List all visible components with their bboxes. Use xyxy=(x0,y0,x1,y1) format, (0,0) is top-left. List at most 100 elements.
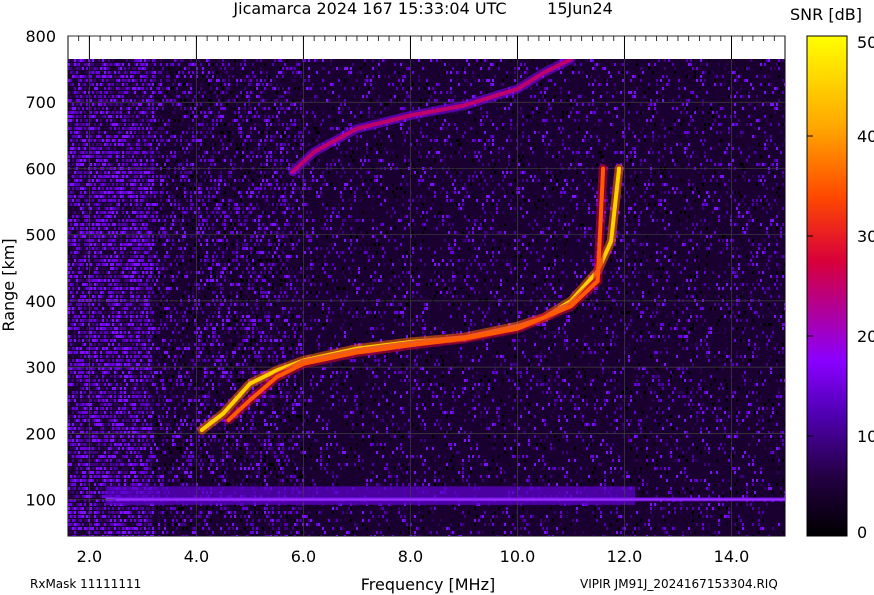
noise-cell xyxy=(178,151,180,154)
noise-cell xyxy=(180,383,182,386)
noise-cell xyxy=(182,351,184,354)
noise-cell xyxy=(112,511,114,514)
noise-cell xyxy=(170,151,172,154)
noise-cell xyxy=(82,471,84,474)
noise-cell xyxy=(106,263,108,266)
noise-cell xyxy=(90,199,92,202)
noise-cell xyxy=(122,147,124,150)
noise-cell xyxy=(80,503,82,506)
noise-cell xyxy=(156,307,158,310)
noise-cell xyxy=(152,171,154,174)
noise-cell xyxy=(74,155,76,158)
noise-cell xyxy=(80,483,82,486)
noise-cell xyxy=(174,515,176,518)
noise-cell xyxy=(162,155,164,158)
noise-cell xyxy=(82,267,84,270)
noise-cell xyxy=(174,327,176,330)
noise-cell xyxy=(120,303,122,306)
noise-cell xyxy=(130,187,132,190)
noise-cell xyxy=(104,375,106,378)
noise-cell xyxy=(110,247,112,250)
noise-cell xyxy=(150,415,152,418)
noise-cell xyxy=(106,515,108,518)
noise-cell xyxy=(74,275,76,278)
noise-cell xyxy=(134,123,136,126)
noise-cell xyxy=(180,523,182,526)
noise-cell xyxy=(162,219,164,222)
noise-cell xyxy=(184,175,186,178)
noise-cell xyxy=(118,287,120,290)
noise-cell xyxy=(150,203,152,206)
noise-cell xyxy=(68,267,70,270)
noise-cell xyxy=(102,75,104,78)
noise-cell xyxy=(176,75,178,78)
noise-cell xyxy=(138,203,140,206)
noise-cell xyxy=(164,435,166,438)
noise-cell xyxy=(100,203,102,206)
noise-cell xyxy=(132,471,134,474)
noise-cell xyxy=(162,531,164,534)
noise-cell xyxy=(140,435,142,438)
noise-cell xyxy=(102,67,104,70)
noise-cell xyxy=(144,479,146,482)
noise-cell xyxy=(166,179,168,182)
noise-cell xyxy=(150,227,152,230)
noise-cell xyxy=(84,355,86,358)
noise-cell xyxy=(126,179,128,182)
noise-cell xyxy=(102,63,104,66)
noise-cell xyxy=(142,111,144,114)
noise-cell xyxy=(154,83,156,86)
noise-cell xyxy=(122,423,124,426)
noise-cell xyxy=(170,215,172,218)
noise-cell xyxy=(138,135,140,138)
noise-cell xyxy=(116,427,118,430)
noise-cell xyxy=(130,387,132,390)
noise-cell xyxy=(172,239,174,242)
noise-cell xyxy=(84,299,86,302)
noise-cell xyxy=(74,171,76,174)
noise-cell xyxy=(162,231,164,234)
noise-cell xyxy=(160,123,162,126)
noise-cell xyxy=(132,415,134,418)
noise-cell xyxy=(144,519,146,522)
noise-cell xyxy=(76,347,78,350)
noise-cell xyxy=(90,315,92,318)
noise-cell xyxy=(80,363,82,366)
noise-cell xyxy=(114,351,116,354)
noise-cell xyxy=(192,111,194,114)
noise-cell xyxy=(80,259,82,262)
noise-cell xyxy=(110,363,112,366)
noise-cell xyxy=(158,399,160,402)
noise-cell xyxy=(72,503,74,506)
noise-cell xyxy=(112,187,114,190)
noise-cell xyxy=(154,243,156,246)
noise-cell xyxy=(180,147,182,150)
noise-cell xyxy=(104,363,106,366)
noise-cell xyxy=(82,455,84,458)
noise-cell xyxy=(136,267,138,270)
noise-cell xyxy=(68,151,70,154)
noise-cell xyxy=(148,135,150,138)
noise-cell xyxy=(80,127,82,130)
noise-cell xyxy=(138,179,140,182)
noise-cell xyxy=(132,419,134,422)
noise-cell xyxy=(90,139,92,142)
noise-cell xyxy=(132,319,134,322)
noise-cell xyxy=(100,339,102,342)
noise-cell xyxy=(78,203,80,206)
noise-cell xyxy=(78,235,80,238)
noise-cell xyxy=(122,207,124,210)
noise-cell xyxy=(112,335,114,338)
noise-cell xyxy=(176,59,178,62)
noise-cell xyxy=(124,511,126,514)
noise-cell xyxy=(118,243,120,246)
noise-cell xyxy=(110,143,112,146)
noise-cell xyxy=(102,379,104,382)
noise-cell xyxy=(68,515,70,518)
noise-cell xyxy=(118,447,120,450)
noise-cell xyxy=(70,235,72,238)
noise-cell xyxy=(138,355,140,358)
noise-cell xyxy=(128,411,130,414)
noise-cell xyxy=(72,339,74,342)
noise-cell xyxy=(120,171,122,174)
